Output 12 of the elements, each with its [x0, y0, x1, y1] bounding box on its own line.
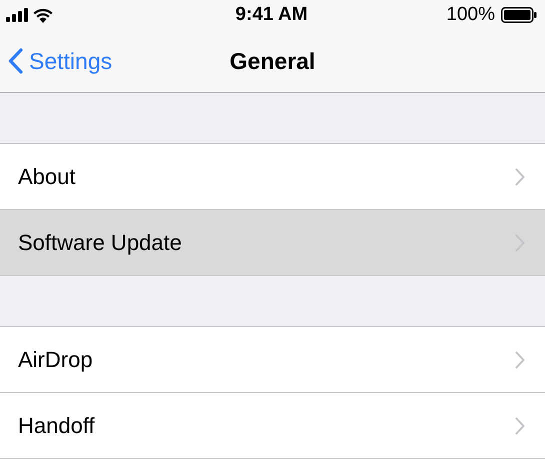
back-chevron-icon	[8, 48, 23, 74]
chevron-icon	[515, 168, 525, 186]
back-button[interactable]: Settings	[0, 39, 112, 83]
nav-title: General	[230, 48, 316, 74]
battery-percent: 100%	[446, 4, 495, 26]
status-time: 9:41 AM	[235, 4, 308, 26]
signal-icon	[6, 8, 28, 22]
wifi-icon	[33, 8, 53, 22]
chevron-icon	[515, 416, 525, 434]
chevron-icon	[515, 350, 525, 368]
settings-row[interactable]: Software Update	[0, 209, 545, 275]
battery-icon	[501, 7, 537, 23]
